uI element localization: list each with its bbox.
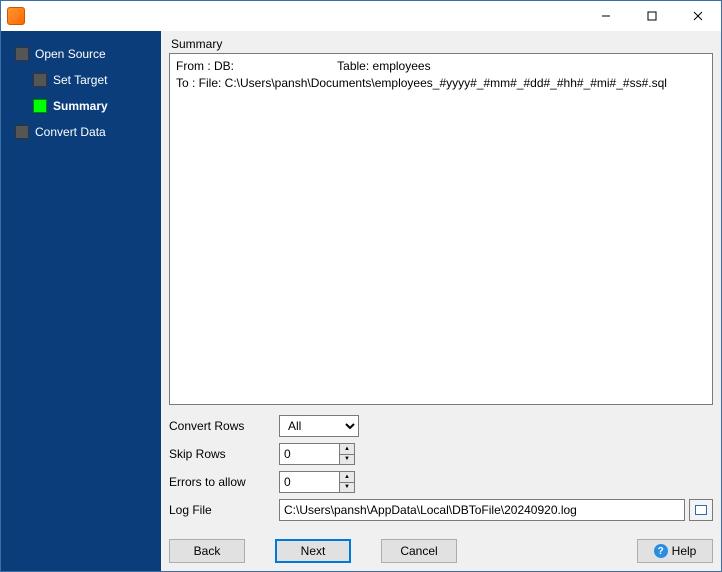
- app-icon: [7, 7, 25, 25]
- errors-down[interactable]: ▼: [339, 482, 355, 494]
- back-button[interactable]: Back: [169, 539, 245, 563]
- logfile-label: Log File: [169, 503, 279, 517]
- convert-rows-select[interactable]: All: [279, 415, 359, 437]
- summary-textbox[interactable]: From : DB: Table: employees To : File: C…: [169, 53, 713, 405]
- sidebar-item-summary[interactable]: Summary: [11, 93, 161, 119]
- sidebar-item-label: Open Source: [35, 47, 106, 61]
- options-panel: Convert Rows All Skip Rows ▲ ▼ Errors to…: [169, 415, 713, 527]
- sidebar-item-label: Summary: [53, 99, 108, 113]
- wizard-sidebar: Open Source Set Target Summary Convert D…: [1, 31, 161, 571]
- summary-line-to: To : File: C:\Users\pansh\Documents\empl…: [176, 75, 706, 92]
- errors-input[interactable]: [279, 471, 339, 493]
- window-controls: [583, 1, 721, 31]
- sidebar-item-convert-data[interactable]: Convert Data: [11, 119, 161, 145]
- maximize-button[interactable]: [629, 1, 675, 31]
- help-button[interactable]: ? Help: [637, 539, 713, 563]
- button-bar: Back Next Cancel ? Help: [169, 539, 713, 563]
- main-panel: Summary From : DB: Table: employees To :…: [161, 31, 721, 571]
- sidebar-item-set-target[interactable]: Set Target: [11, 67, 161, 93]
- section-title: Summary: [169, 37, 713, 51]
- help-icon: ?: [654, 544, 668, 558]
- skip-rows-label: Skip Rows: [169, 447, 279, 461]
- folder-icon: [695, 505, 707, 515]
- skip-rows-up[interactable]: ▲: [339, 443, 355, 454]
- logfile-input[interactable]: [279, 499, 685, 521]
- sidebar-item-label: Convert Data: [35, 125, 106, 139]
- sidebar-item-label: Set Target: [53, 73, 107, 87]
- titlebar: [1, 1, 721, 31]
- errors-up[interactable]: ▲: [339, 471, 355, 482]
- skip-rows-down[interactable]: ▼: [339, 454, 355, 466]
- sidebar-item-open-source[interactable]: Open Source: [11, 41, 161, 67]
- convert-rows-label: Convert Rows: [169, 419, 279, 433]
- summary-line-from: From : DB: Table: employees: [176, 58, 706, 75]
- errors-label: Errors to allow: [169, 475, 279, 489]
- close-button[interactable]: [675, 1, 721, 31]
- skip-rows-input[interactable]: [279, 443, 339, 465]
- cancel-button[interactable]: Cancel: [381, 539, 457, 563]
- step-marker-icon: [15, 47, 29, 61]
- step-marker-icon: [33, 73, 47, 87]
- minimize-button[interactable]: [583, 1, 629, 31]
- step-marker-icon: [33, 99, 47, 113]
- logfile-browse-button[interactable]: [689, 499, 713, 521]
- step-marker-icon: [15, 125, 29, 139]
- next-button[interactable]: Next: [275, 539, 351, 563]
